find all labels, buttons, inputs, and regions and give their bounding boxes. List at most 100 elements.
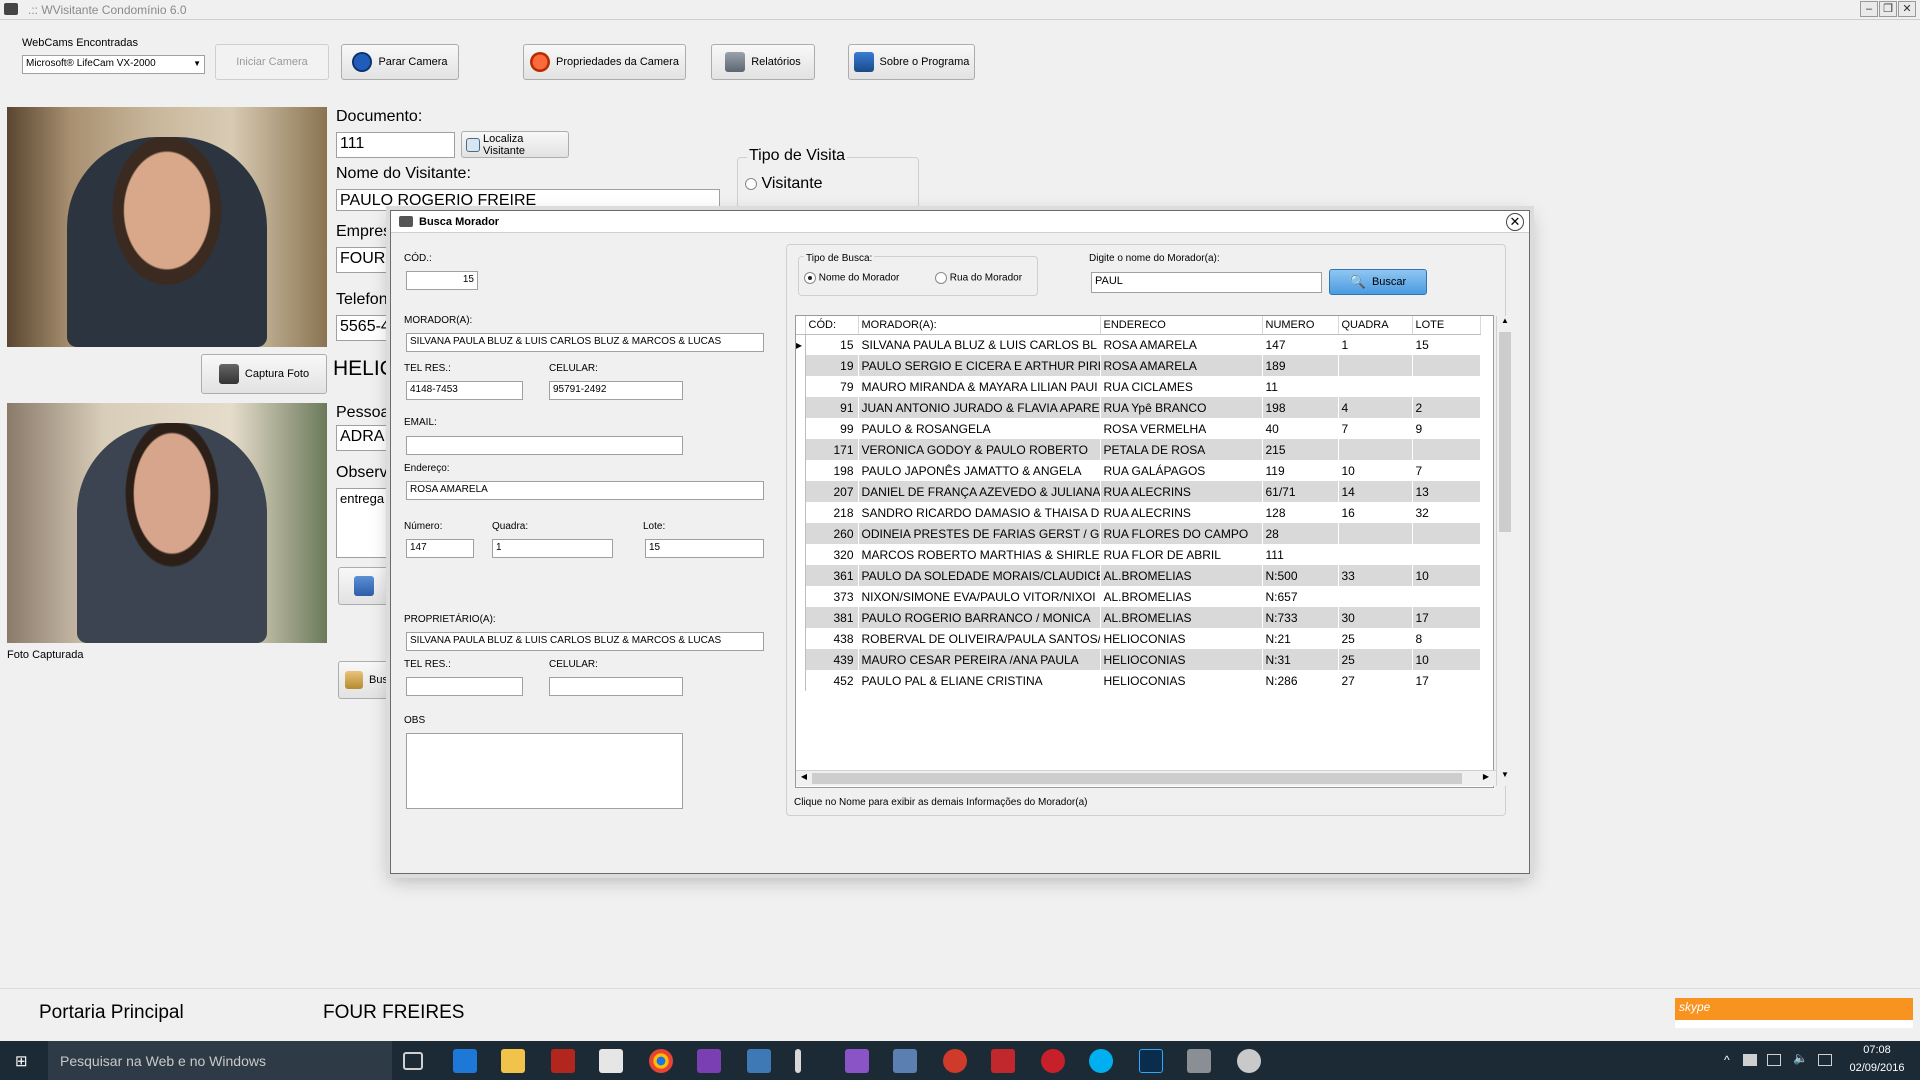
pessoa-input[interactable]: ADRAI xyxy=(336,425,390,451)
cell-endereco[interactable]: RUA FLOR DE ABRIL xyxy=(1100,544,1263,565)
app-task-icon[interactable] xyxy=(1237,1049,1261,1073)
scroll-up-icon[interactable]: ▲ xyxy=(1499,316,1511,330)
cell-morador[interactable]: PAULO JAPONÊS JAMATTO & ANGELA xyxy=(858,460,1101,481)
cell-lote[interactable]: 17 xyxy=(1412,607,1481,628)
cell-morador[interactable]: PAULO PAL & ELIANE CRISTINA xyxy=(858,670,1101,691)
row-header[interactable] xyxy=(796,649,806,670)
cell-morador[interactable]: DANIEL DE FRANÇA AZEVEDO & JULIANA xyxy=(858,481,1101,502)
cell-cod[interactable]: 79 xyxy=(805,376,859,397)
cell-quadra[interactable]: 10 xyxy=(1338,460,1413,481)
cell-morador[interactable]: SILVANA PAULA BLUZ & LUIS CARLOS BL xyxy=(858,334,1101,355)
capture-photo-button[interactable]: Captura Foto xyxy=(201,354,327,394)
tray-app-icon[interactable] xyxy=(1743,1054,1757,1066)
col-lote[interactable]: LOTE xyxy=(1412,316,1481,335)
row-header[interactable] xyxy=(796,502,806,523)
visitante-radio[interactable]: Visitante xyxy=(745,175,823,193)
tray-chevron-icon[interactable]: ^ xyxy=(1724,1053,1730,1067)
cell-numero[interactable]: 119 xyxy=(1262,460,1339,481)
cell-morador[interactable]: PAULO DA SOLEDADE MORAIS/CLAUDICE xyxy=(858,565,1101,586)
clock-time[interactable]: 07:08 xyxy=(1848,1044,1906,1056)
cell-endereco[interactable]: HELIOCONIAS xyxy=(1100,649,1263,670)
cell-lote[interactable]: 7 xyxy=(1412,460,1481,481)
cell-lote[interactable]: 15 xyxy=(1412,334,1481,355)
row-header[interactable] xyxy=(796,586,806,607)
col-endereco[interactable]: ENDERECO xyxy=(1100,316,1263,335)
cell-lote[interactable] xyxy=(1412,544,1481,565)
nome-visitante-input[interactable]: PAULO ROGERIO FREIRE xyxy=(336,189,720,211)
table-row[interactable]: 260 ODINEIA PRESTES DE FARIAS GERST / GI R… xyxy=(796,523,1481,544)
cell-numero[interactable]: 40 xyxy=(1262,418,1339,439)
cell-quadra[interactable]: 25 xyxy=(1338,628,1413,649)
form-list-button[interactable] xyxy=(338,567,390,605)
dialog-close-button[interactable]: ✕ xyxy=(1506,213,1524,231)
email-input[interactable] xyxy=(406,436,683,455)
cell-quadra[interactable]: 33 xyxy=(1338,565,1413,586)
store-icon[interactable] xyxy=(599,1049,623,1073)
table-row[interactable]: 99 PAULO & ROSANGELA ROSA VERMELHA 40 7 9 xyxy=(796,418,1481,439)
close-window-button[interactable]: ✕ xyxy=(1898,1,1916,17)
table-row[interactable]: 91 JUAN ANTONIO JURADO & FLAVIA APARE RUA … xyxy=(796,397,1481,418)
cell-numero[interactable]: N:31 xyxy=(1262,649,1339,670)
rad-studio-icon[interactable] xyxy=(991,1049,1015,1073)
row-header[interactable] xyxy=(796,670,806,691)
cell-lote[interactable]: 2 xyxy=(1412,397,1481,418)
cell-quadra[interactable] xyxy=(1338,376,1413,397)
localiza-visitante-button[interactable]: Localiza Visitante xyxy=(461,131,569,158)
filezilla-icon[interactable] xyxy=(551,1049,575,1073)
red-app-icon[interactable] xyxy=(943,1049,967,1073)
table-row[interactable]: 198 PAULO JAPONÊS JAMATTO & ANGELA RUA GAL… xyxy=(796,460,1481,481)
cell-cod[interactable]: 438 xyxy=(805,628,859,649)
cell-morador[interactable]: MARCOS ROBERTO MARTHIAS & SHIRLE xyxy=(858,544,1101,565)
cell-quadra[interactable]: 30 xyxy=(1338,607,1413,628)
col-numero[interactable]: NUMERO xyxy=(1262,316,1339,335)
current-row-indicator-icon[interactable]: ▸ xyxy=(796,334,806,355)
row-header[interactable] xyxy=(796,544,806,565)
cell-lote[interactable]: 9 xyxy=(1412,418,1481,439)
cell-numero[interactable]: N:286 xyxy=(1262,670,1339,691)
cell-endereco[interactable]: AL.BROMELIAS xyxy=(1100,607,1263,628)
busca-morador-button[interactable]: Bus xyxy=(338,661,390,699)
cell-cod[interactable]: 19 xyxy=(805,355,859,376)
cell-endereco[interactable]: RUA Ypê BRANCO xyxy=(1100,397,1263,418)
cell-cod[interactable]: 320 xyxy=(805,544,859,565)
table-row[interactable]: 361 PAULO DA SOLEDADE MORAIS/CLAUDICE AL.B… xyxy=(796,565,1481,586)
cell-endereco[interactable]: ROSA AMARELA xyxy=(1100,355,1263,376)
cod-input[interactable]: 15 xyxy=(406,271,478,290)
table-row[interactable]: 19 PAULO SERGIO E CICERA E ARTHUR PIRE ROS… xyxy=(796,355,1481,376)
pen-icon[interactable] xyxy=(795,1049,801,1073)
cell-numero[interactable]: N:657 xyxy=(1262,586,1339,607)
maximize-button[interactable]: ❐ xyxy=(1879,1,1897,17)
cell-endereco[interactable]: AL.BROMELIAS xyxy=(1100,586,1263,607)
cell-quadra[interactable] xyxy=(1338,523,1413,544)
cell-lote[interactable] xyxy=(1412,376,1481,397)
webcam-select[interactable]: Microsoft® LifeCam VX-2000 ▼ xyxy=(22,55,205,74)
cell-quadra[interactable]: 14 xyxy=(1338,481,1413,502)
scroll-left-icon[interactable]: ◀ xyxy=(798,772,810,786)
row-header[interactable] xyxy=(796,607,806,628)
col-quadra[interactable]: QUADRA xyxy=(1338,316,1413,335)
cell-endereco[interactable]: RUA GALÁPAGOS xyxy=(1100,460,1263,481)
quadra-input[interactable]: 1 xyxy=(492,539,613,558)
cell-cod[interactable]: 439 xyxy=(805,649,859,670)
grid-horizontal-scrollbar[interactable]: ◀ ▶ xyxy=(796,770,1496,786)
row-header[interactable] xyxy=(796,565,806,586)
morador-input[interactable]: SILVANA PAULA BLUZ & LUIS CARLOS BLUZ & … xyxy=(406,333,764,352)
row-header[interactable] xyxy=(796,418,806,439)
cell-quadra[interactable] xyxy=(1338,439,1413,460)
telres-input[interactable]: 4148-7453 xyxy=(406,381,523,400)
volume-icon[interactable]: 🔈 xyxy=(1793,1051,1808,1065)
cell-numero[interactable]: 111 xyxy=(1262,544,1339,565)
cell-numero[interactable]: 128 xyxy=(1262,502,1339,523)
table-row[interactable]: 438 ROBERVAL DE OLIVEIRA/PAULA SANTOS/HEL… xyxy=(796,628,1481,649)
search-input[interactable]: PAUL xyxy=(1091,272,1322,293)
table-row[interactable]: ▸ 15 SILVANA PAULA BLUZ & LUIS CARLOS BL RO… xyxy=(796,334,1481,355)
cell-endereco[interactable]: RUA CICLAMES xyxy=(1100,376,1263,397)
cell-cod[interactable]: 207 xyxy=(805,481,859,502)
cell-numero[interactable]: N:500 xyxy=(1262,565,1339,586)
row-header[interactable] xyxy=(796,376,806,397)
stop-camera-button[interactable]: Parar Camera xyxy=(341,44,459,80)
cell-quadra[interactable]: 1 xyxy=(1338,334,1413,355)
minimize-button[interactable]: – xyxy=(1860,1,1878,17)
cell-numero[interactable]: 61/71 xyxy=(1262,481,1339,502)
cell-lote[interactable]: 8 xyxy=(1412,628,1481,649)
